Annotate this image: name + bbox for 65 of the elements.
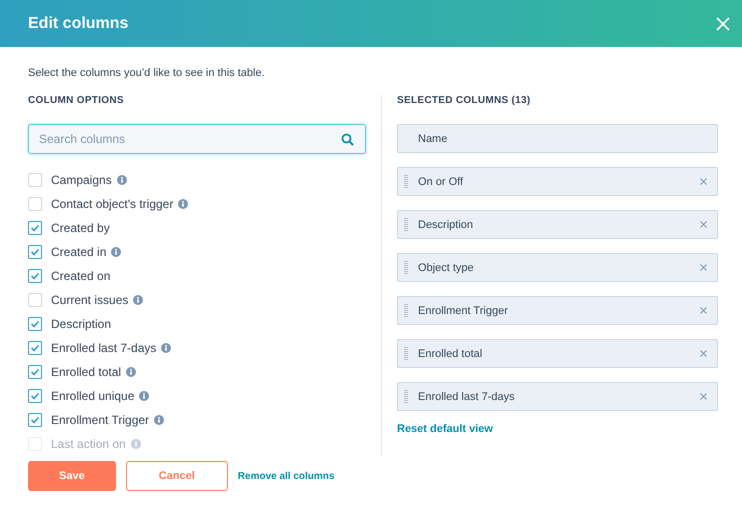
option-label: Enrolled last 7-days [51, 341, 156, 355]
instruction-text: Select the columns you’d like to see in this table. [28, 67, 266, 79]
close-icon[interactable] [716, 16, 730, 30]
check-icon [30, 271, 40, 281]
search-field[interactable]: Search columns [28, 124, 366, 154]
option-label: Current issues [51, 293, 128, 307]
remove-all-link[interactable]: Remove all columns [238, 470, 334, 482]
option-label: Description [51, 317, 112, 331]
remove-icon[interactable] [700, 350, 707, 357]
selected-column[interactable]: Enrolled last 7-days [397, 382, 718, 411]
section-heading: SELECTED COLUMNS (13) [397, 95, 532, 106]
search-icon[interactable] [341, 133, 354, 146]
option-label: Created in [51, 245, 106, 259]
dialog-title: Edit columns [28, 14, 128, 32]
column-name: Enrolled last 7-days [418, 390, 516, 402]
drag-handle-icon[interactable] [404, 218, 408, 232]
column-name: On or Off [418, 176, 464, 188]
reset-link[interactable]: Reset default view [397, 423, 493, 435]
selected-column[interactable]: Object type [397, 253, 718, 282]
drag-handle-icon[interactable] [404, 174, 408, 188]
option-label: Created on [51, 269, 110, 283]
drag-handle-icon[interactable] [404, 304, 408, 318]
checkbox[interactable] [28, 365, 42, 379]
checkbox[interactable] [28, 197, 42, 211]
option-label: Last action on [51, 437, 126, 451]
checkbox[interactable] [28, 317, 42, 331]
column-name: Description [418, 218, 474, 230]
drag-handle-icon[interactable] [404, 346, 408, 360]
selected-column[interactable]: Enrolled total [397, 339, 718, 368]
check-icon [30, 223, 40, 233]
checkbox[interactable] [28, 413, 42, 427]
checkbox[interactable] [28, 221, 42, 235]
option-label: Enrolled unique [51, 389, 134, 403]
section-heading: COLUMN OPTIONS [28, 95, 125, 106]
check-icon [30, 391, 40, 401]
column-name: Enrolled total [418, 348, 484, 360]
remove-icon[interactable] [700, 178, 707, 185]
remove-icon[interactable] [700, 307, 707, 314]
column-name: Enrollment Trigger [418, 304, 509, 316]
checkbox[interactable] [28, 269, 42, 283]
checkbox[interactable] [28, 389, 42, 403]
selected-column[interactable]: Description [397, 210, 718, 239]
option-label: Contact object's trigger [51, 197, 174, 211]
checkbox[interactable] [28, 245, 42, 259]
checkbox[interactable] [28, 293, 42, 307]
check-icon [30, 247, 40, 257]
remove-icon[interactable] [700, 221, 707, 228]
selected-column[interactable]: Enrollment Trigger [397, 296, 718, 325]
checkbox[interactable] [28, 173, 42, 187]
drag-handle-icon[interactable] [404, 260, 408, 274]
column-name: Object type [418, 262, 475, 274]
drag-handle-icon[interactable] [404, 390, 408, 404]
option-label: Enrolled total [51, 365, 122, 379]
check-icon [30, 367, 40, 377]
option-label: Campaigns [51, 173, 112, 187]
option-label: Created by [51, 221, 110, 235]
remove-icon[interactable] [700, 393, 707, 400]
option-label: Enrollment Trigger [51, 413, 150, 427]
check-icon [30, 343, 40, 353]
remove-icon[interactable] [700, 264, 707, 271]
selected-column[interactable]: On or Off [397, 167, 718, 196]
check-icon [30, 415, 40, 425]
check-icon [30, 319, 40, 329]
checkbox[interactable] [28, 341, 42, 355]
column-name: Name [418, 132, 448, 144]
